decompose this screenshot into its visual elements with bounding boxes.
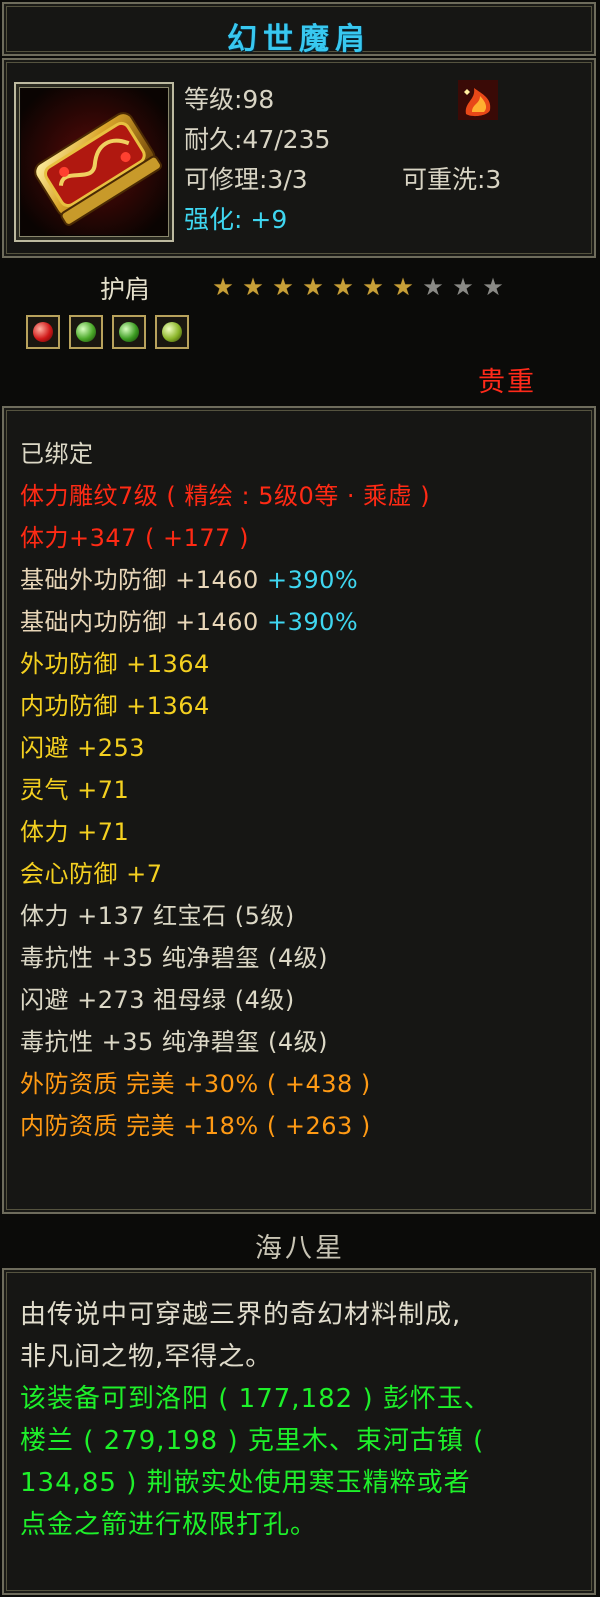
gem-attr-1: 体力 +137 红宝石 (5级): [20, 902, 295, 930]
star-rating: ★ ★ ★ ★ ★ ★ ★ ★ ★ ★: [208, 274, 508, 300]
desc-line-4: 楼兰 ( 279,198 ) 克里木、束河古镇 (: [20, 1426, 485, 1456]
tourmaline-gem-icon: [76, 322, 97, 342]
crit-def-attr: 会心防御 +7: [20, 860, 163, 888]
engrave-attr: 体力雕纹7级 ( 精绘 : 5级0等 · 乘虚 ): [20, 482, 431, 510]
item-description-panel: 由传说中可穿越三界的奇幻材料制成, 非凡间之物,罕得之。 该装备可到洛阳 ( 1…: [2, 1268, 596, 1595]
base-int-def-value: 基础内功防御 +1460: [20, 608, 267, 636]
star-filled-icon: ★: [392, 273, 414, 301]
bound-status: 已绑定: [20, 440, 94, 468]
base-ext-def-attr: 基础外功防御 +1460 +390%: [20, 560, 358, 595]
star-filled-icon: ★: [332, 273, 354, 301]
vit-bonus-attr: 体力+347 ( +177 ): [20, 524, 249, 552]
item-info-panel: 等级:98 耐久:47/235 可修理:3/3 可重洗:3 强化: +9: [2, 58, 596, 258]
star-filled-icon: ★: [272, 273, 294, 301]
base-int-def-attr: 基础内功防御 +1460 +390%: [20, 602, 358, 637]
aptitude-int-attr: 内防资质 完美 +18% ( +263 ): [20, 1112, 371, 1140]
star-empty-icon: ★: [422, 273, 444, 301]
aptitude-ext-attr: 外防资质 完美 +30% ( +438 ): [20, 1070, 371, 1098]
star-filled-icon: ★: [362, 273, 384, 301]
set-name-bar: 海八星: [0, 1216, 600, 1266]
desc-line-6: 点金之箭进行极限打孔。: [20, 1510, 318, 1540]
tourmaline-gem-icon: [162, 322, 183, 342]
ext-def-attr: 外功防御 +1364: [20, 650, 210, 678]
star-empty-icon: ★: [482, 273, 504, 301]
golden-shoulder-armor-icon: [21, 89, 167, 235]
int-def-attr: 内功防御 +1364: [20, 692, 210, 720]
gem-attr-4: 毒抗性 +35 纯净碧玺 (4级): [20, 1028, 329, 1056]
desc-line-2: 非凡间之物,罕得之。: [20, 1342, 273, 1372]
gem-attr-3: 闪避 +273 祖母绿 (4级): [20, 986, 295, 1014]
item-level: 等级:98: [184, 85, 275, 114]
gem-attr-2: 毒抗性 +35 纯净碧玺 (4级): [20, 944, 329, 972]
slot-type-label: 护肩: [100, 275, 151, 304]
item-attributes-panel: 已绑定 体力雕纹7级 ( 精绘 : 5级0等 · 乘虚 ) 体力+347 ( +…: [2, 406, 596, 1214]
flame-buff-icon[interactable]: [458, 80, 498, 120]
item-name: 幻世魔肩: [227, 22, 371, 57]
star-filled-icon: ★: [302, 273, 324, 301]
gem-slot-red[interactable]: [26, 315, 60, 349]
dodge-attr: 闪避 +253: [20, 734, 146, 762]
set-name: 海八星: [255, 1233, 345, 1264]
star-filled-icon: ★: [212, 273, 234, 301]
item-icon-frame: [14, 82, 174, 242]
star-filled-icon: ★: [242, 273, 264, 301]
item-rewashable: 可重洗:3: [402, 165, 502, 194]
rarity-label: 贵重: [478, 367, 536, 398]
item-title-bar: 幻世魔肩: [2, 2, 596, 57]
desc-line-1: 由传说中可穿越三界的奇幻材料制成,: [20, 1300, 462, 1330]
desc-line-5: 134,85 ) 荆嵌实处使用寒玉精粹或者: [20, 1468, 471, 1498]
base-ext-def-value: 基础外功防御 +1460: [20, 566, 267, 594]
star-empty-icon: ★: [452, 273, 474, 301]
emerald-gem-icon: [119, 322, 140, 342]
base-ext-def-pct: +390%: [266, 566, 359, 594]
ruby-gem-icon: [33, 322, 53, 342]
base-int-def-pct: +390%: [266, 608, 359, 636]
vit-attr: 体力 +71: [20, 818, 130, 846]
item-header-area: 护肩 ★ ★ ★ ★ ★ ★ ★ ★ ★ ★ 贵重: [0, 260, 600, 406]
spirit-attr: 灵气 +71: [20, 776, 130, 804]
gem-slot-yellow-green[interactable]: [155, 315, 190, 349]
gem-slots: [26, 315, 193, 351]
gem-slot-green[interactable]: [112, 315, 147, 349]
item-durability: 耐久:47/235: [184, 125, 331, 154]
desc-line-3: 该装备可到洛阳 ( 177,182 ) 彭怀玉、: [20, 1384, 491, 1414]
item-enhance: 强化: +9: [184, 205, 288, 234]
gem-slot-green[interactable]: [69, 315, 104, 349]
item-repairable: 可修理:3/3: [184, 165, 308, 194]
